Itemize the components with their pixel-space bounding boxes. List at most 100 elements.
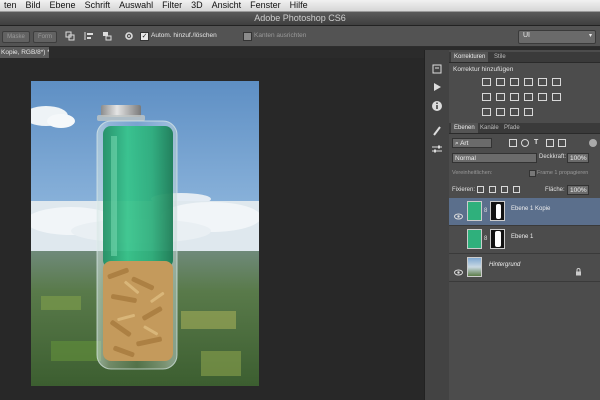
selective-color-icon[interactable] xyxy=(510,108,519,116)
filter-type-icon[interactable]: T xyxy=(534,139,538,146)
align-edges-checkbox[interactable] xyxy=(243,32,252,41)
black-white-icon[interactable] xyxy=(496,93,505,101)
menu-bar: ten Bild Ebene Schrift Auswahl Filter 3D… xyxy=(0,0,600,12)
composite-image xyxy=(31,81,259,386)
levels-icon[interactable] xyxy=(496,78,505,86)
link-icon: 8 xyxy=(484,236,488,242)
menu-item-select[interactable]: Auswahl xyxy=(115,0,158,11)
filter-smart-object-icon[interactable] xyxy=(558,139,566,147)
brush-presets-icon[interactable] xyxy=(431,124,443,136)
auto-add-delete-label: Autom. hinzuf./löschen xyxy=(151,32,217,39)
invert-icon[interactable] xyxy=(552,93,561,101)
panel-icon-strip xyxy=(424,50,450,400)
layer-mask-thumbnail[interactable] xyxy=(490,229,505,249)
photo-filter-icon[interactable] xyxy=(510,93,519,101)
layer-filter-value: Art xyxy=(460,140,469,147)
menu-item-view[interactable]: Ansicht xyxy=(208,0,247,11)
align-edges-label: Kanten ausrichten xyxy=(254,32,307,39)
menu-item-image[interactable]: Bild xyxy=(22,0,46,11)
layer-thumbnail xyxy=(467,257,482,277)
document-tab[interactable]: Kopie, RGB/8*) * xyxy=(0,47,50,58)
mask-button[interactable]: Maske xyxy=(2,31,30,43)
layer-row-hintergrund[interactable]: Hintergrund xyxy=(449,254,600,282)
menu-item-file[interactable]: ten xyxy=(0,0,22,11)
tab-styles[interactable]: Stile xyxy=(491,52,509,62)
path-arrangement-icon[interactable] xyxy=(102,31,112,41)
channel-mixer-icon[interactable] xyxy=(524,93,533,101)
lock-all-icon[interactable] xyxy=(513,186,520,193)
document-tab-label: Kopie, RGB/8*) * xyxy=(1,49,50,56)
panel-column: Korrekturen Stile Korrektur hinzufügen E… xyxy=(449,50,600,400)
actions-icon[interactable] xyxy=(431,80,443,92)
brightness-contrast-icon[interactable] xyxy=(482,78,491,86)
opacity-input[interactable]: 100% xyxy=(567,153,589,163)
eye-icon[interactable] xyxy=(454,207,463,220)
gear-icon[interactable] xyxy=(124,31,134,41)
color-balance-icon[interactable] xyxy=(482,93,491,101)
eye-icon[interactable] xyxy=(454,263,463,276)
menu-item-help[interactable]: Hilfe xyxy=(286,0,313,11)
adjustments-heading: Korrektur hinzufügen xyxy=(453,66,514,73)
hue-saturation-icon[interactable] xyxy=(552,78,561,86)
filter-toggle-icon[interactable] xyxy=(589,139,597,147)
menu-item-window[interactable]: Fenster xyxy=(246,0,286,11)
visibility-toggle[interactable] xyxy=(454,235,463,242)
path-operations-icon[interactable] xyxy=(65,31,75,41)
auto-add-delete-checkbox[interactable]: ✓ xyxy=(140,32,149,41)
unify-label: Vereinheitlichen: xyxy=(452,170,493,176)
search-icon: ⌕ xyxy=(455,140,459,147)
layer-thumbnail xyxy=(467,201,482,221)
history-icon[interactable] xyxy=(431,62,443,74)
propagate-label: Frame 1 propagieren xyxy=(537,170,589,176)
filter-pixel-icon[interactable] xyxy=(509,139,517,147)
menu-item-3d[interactable]: 3D xyxy=(187,0,208,11)
tab-adjustments[interactable]: Korrekturen xyxy=(451,52,489,62)
title-bar: Adobe Photoshop CS6 xyxy=(0,12,600,26)
workspace-select[interactable]: UI ▾ xyxy=(518,30,596,44)
fill-input[interactable]: 100% xyxy=(567,185,589,195)
gradient-map-icon[interactable] xyxy=(524,108,533,116)
lock-position-icon[interactable] xyxy=(501,186,508,193)
color-lookup-icon[interactable] xyxy=(538,93,547,101)
filter-adjustment-icon[interactable] xyxy=(521,139,529,147)
layer-mask-thumbnail[interactable] xyxy=(490,201,505,221)
threshold-icon[interactable] xyxy=(496,108,505,116)
posterize-icon[interactable] xyxy=(482,108,491,116)
layer-name[interactable]: Hintergrund xyxy=(489,262,520,268)
curves-icon[interactable] xyxy=(510,78,519,86)
propagate-checkbox[interactable] xyxy=(529,170,536,177)
options-bar: Maske Form ✓ Autom. hinzuf./löschen Kant… xyxy=(0,26,600,47)
tab-paths[interactable]: Pfade xyxy=(501,123,523,133)
fill-label: Fläche: xyxy=(545,187,565,193)
tab-channels[interactable]: Kanäle xyxy=(477,123,502,133)
info-icon[interactable] xyxy=(431,99,443,111)
lock-label: Fixieren: xyxy=(452,187,476,193)
layer-row-ebene-1-kopie[interactable]: 8 Ebene 1 Kopie xyxy=(449,198,600,226)
opacity-label: Deckkraft: xyxy=(539,154,567,160)
layer-name[interactable]: Ebene 1 xyxy=(511,234,533,240)
layer-row-ebene-1[interactable]: 8 Ebene 1 xyxy=(449,226,600,254)
tab-layers[interactable]: Ebenen xyxy=(451,123,478,133)
layer-name[interactable]: Ebene 1 Kopie xyxy=(511,206,550,212)
path-alignment-icon[interactable] xyxy=(84,31,94,41)
properties-icon[interactable] xyxy=(431,142,443,154)
blend-mode-select[interactable]: Normal xyxy=(452,153,537,163)
lock-transparent-icon[interactable] xyxy=(477,186,484,193)
vibrance-icon[interactable] xyxy=(538,78,547,86)
adjustments-tabbar: Korrekturen Stile xyxy=(449,52,600,63)
lock-image-icon[interactable] xyxy=(489,186,496,193)
exposure-icon[interactable] xyxy=(524,78,533,86)
shape-button[interactable]: Form xyxy=(33,31,57,43)
menu-item-filter[interactable]: Filter xyxy=(158,0,187,11)
link-icon: 8 xyxy=(484,208,488,214)
workspace-value: UI xyxy=(523,32,530,39)
menu-item-layer[interactable]: Ebene xyxy=(46,0,81,11)
window-title: Adobe Photoshop CS6 xyxy=(254,13,346,23)
lock-icon xyxy=(575,263,582,281)
document-canvas[interactable] xyxy=(31,81,259,386)
chevron-down-icon: ▾ xyxy=(588,33,592,39)
filter-shape-icon[interactable] xyxy=(546,139,554,147)
layer-thumbnail xyxy=(467,229,482,249)
menu-item-type[interactable]: Schrift xyxy=(81,0,116,11)
layer-filter-select[interactable]: ⌕ Art xyxy=(452,138,492,148)
